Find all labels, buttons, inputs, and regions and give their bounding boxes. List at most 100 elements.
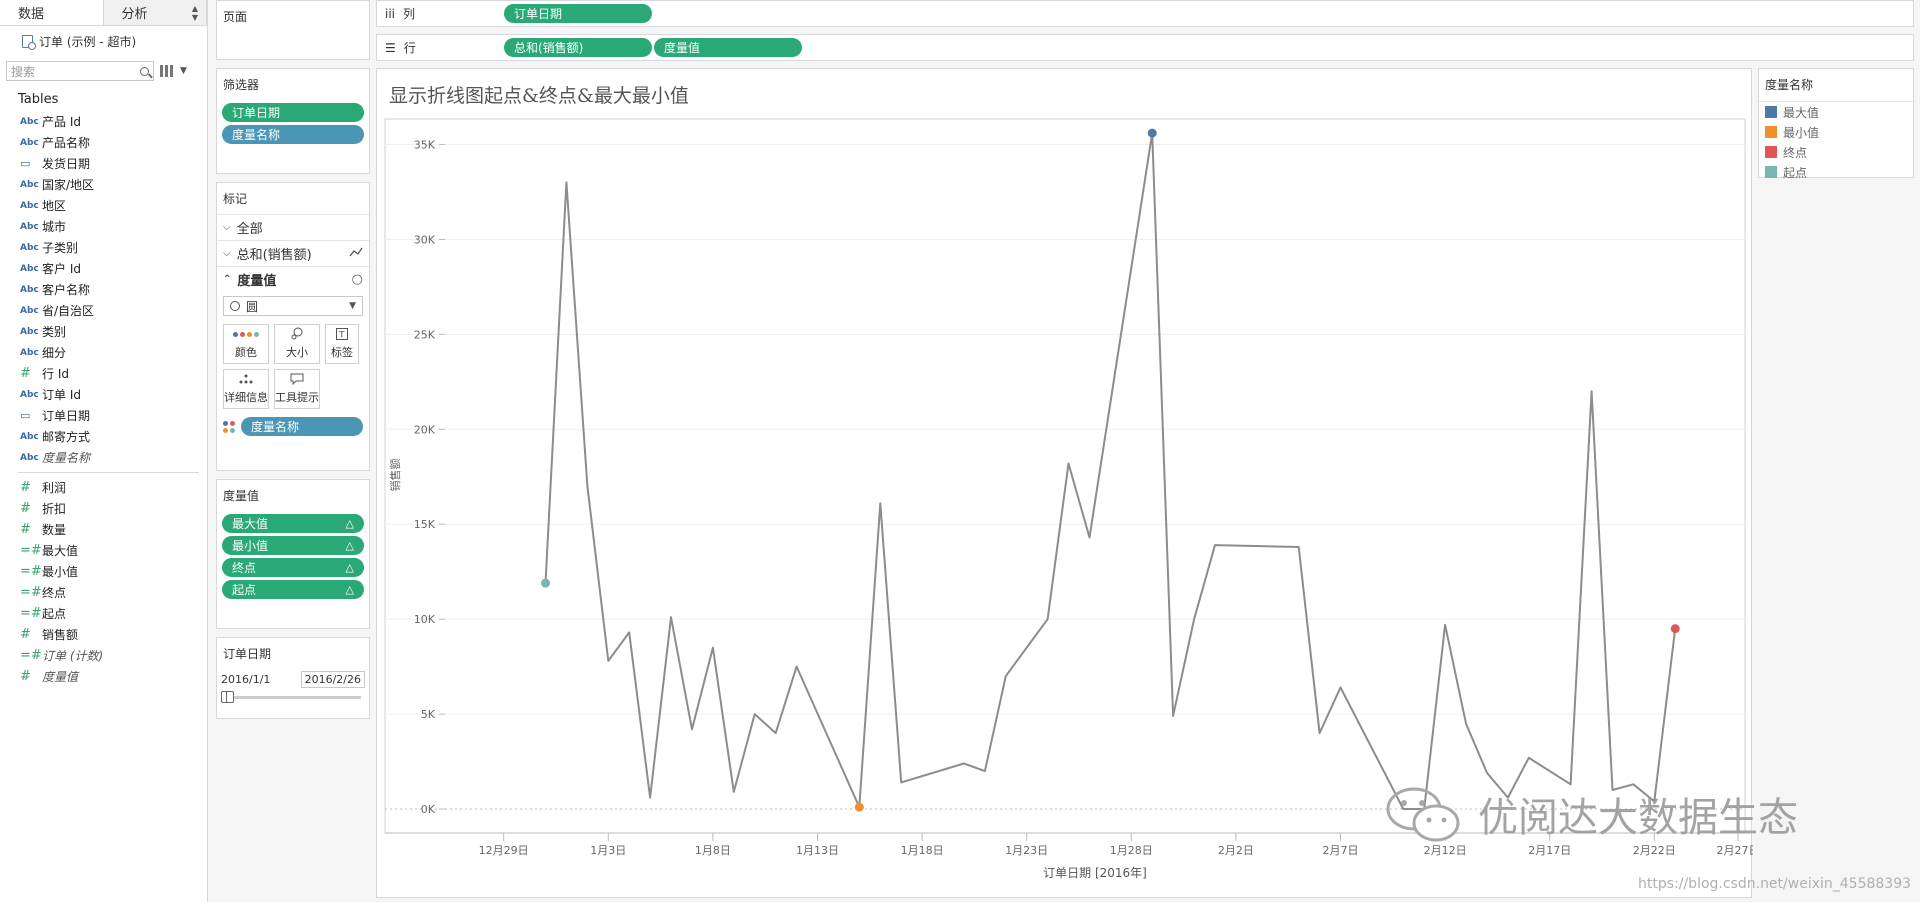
date-range-slider[interactable] <box>221 691 361 703</box>
dimension-field[interactable]: Abc 城市 <box>0 216 207 237</box>
dimension-field[interactable]: ▭ 订单日期 <box>0 405 207 426</box>
measure-field[interactable]: # 折扣 <box>0 498 207 519</box>
field-label: 子类别 <box>42 241 79 255</box>
field-label: 细分 <box>42 346 67 360</box>
marks-title: 标记 <box>223 192 248 206</box>
tooltip-icon <box>290 372 304 386</box>
dimension-field[interactable]: Abc 订单 Id <box>0 384 207 405</box>
marks-measure-values-row[interactable]: ⌃ 度量值 ○ <box>217 266 369 292</box>
measure-field[interactable]: =# 订单 (计数) <box>0 645 207 666</box>
tooltip-button[interactable]: 工具提示 <box>274 369 320 409</box>
string-type-icon: Abc <box>20 431 39 442</box>
detail-button-label: 详细信息 <box>224 391 268 404</box>
measure-field[interactable]: # 利润 <box>0 477 207 498</box>
text-label-icon: T <box>336 327 348 341</box>
columns-shelf[interactable]: iii 列 订单日期 <box>376 0 1914 27</box>
delta-icon: △ <box>345 539 354 552</box>
circle-icon <box>230 301 240 311</box>
filter-pill-order-date[interactable]: 订单日期 <box>222 103 364 122</box>
measure-pill-label: 终点 <box>232 561 257 575</box>
marks-color-pill[interactable]: 度量名称 <box>241 417 363 436</box>
tableau-workspace: 数据 分析 ▲ ▼ 订单 (示例 - 超市) 搜索 ▼ Tables Abc 产品 I… <box>0 0 1920 902</box>
measure-list: # 利润 # 折扣 # 数量 =# 最大值 =# 最小值 =# 终点 =# 起点 # 销售额 =# 订单 (计数)… <box>0 477 207 687</box>
measure-field[interactable]: # 度量值 <box>0 666 207 687</box>
marks-color-pill-row: 度量名称 <box>217 413 369 440</box>
mark-type-select[interactable]: 圆 ▼ <box>223 296 363 316</box>
dimension-field[interactable]: Abc 邮寄方式 <box>0 426 207 447</box>
measure-field[interactable]: =# 最大值 <box>0 540 207 561</box>
chevron-down-icon[interactable]: ▼ <box>180 66 187 76</box>
marks-sum-sales-row[interactable]: ⌵ 总和(销售额) <box>217 240 369 266</box>
dimension-field[interactable]: Abc 省/自治区 <box>0 300 207 321</box>
datasource-name: 订单 (示例 - 超市) <box>39 34 137 49</box>
pages-card[interactable]: 页面 <box>216 0 370 60</box>
string-type-icon: Abc <box>20 305 39 316</box>
search-row: 搜索 ▼ <box>0 56 207 86</box>
marks-color-pill-label: 度量名称 <box>251 420 300 434</box>
measure-pill-max[interactable]: 最大值 △ <box>222 514 364 533</box>
line-chart[interactable]: 0K 5K 10K 15K 20K 25K 30K 35K 12月29日 1月3日 1月8日 1月13… <box>377 69 1753 899</box>
measure-field[interactable]: =# 终点 <box>0 582 207 603</box>
field-label: 度量值 <box>42 670 79 684</box>
size-button[interactable]: 大小 <box>274 324 320 364</box>
slider-end-handle[interactable] <box>226 691 235 703</box>
measure-pill-start[interactable]: 起点 △ <box>222 580 364 599</box>
dimension-field[interactable]: Abc 产品 Id <box>0 111 207 132</box>
x-tick-label: 1月18日 <box>901 844 944 857</box>
dimension-field[interactable]: Abc 产品名称 <box>0 132 207 153</box>
dimension-field[interactable]: # 行 Id <box>0 363 207 384</box>
measure-field[interactable]: # 销售额 <box>0 624 207 645</box>
measure-field[interactable]: =# 最小值 <box>0 561 207 582</box>
legend-item[interactable]: 起点 <box>1759 162 1913 182</box>
dimension-field[interactable]: Abc 度量名称 <box>0 447 207 468</box>
calculated-number-icon: =# <box>20 648 42 663</box>
field-label: 发货日期 <box>42 157 91 171</box>
filter-pill-measure-names[interactable]: 度量名称 <box>222 125 364 144</box>
string-type-icon: Abc <box>20 389 39 400</box>
dimension-field[interactable]: Abc 客户名称 <box>0 279 207 300</box>
dimension-field[interactable]: Abc 地区 <box>0 195 207 216</box>
dimension-field[interactable]: Abc 细分 <box>0 342 207 363</box>
dimension-field[interactable]: Abc 子类别 <box>0 237 207 258</box>
date-end[interactable]: 2016/2/26 <box>300 671 365 688</box>
columns-icon: iii <box>385 6 396 21</box>
view-grid-icon[interactable] <box>160 65 174 77</box>
color-button[interactable]: 颜色 <box>223 324 269 364</box>
legend-item[interactable]: 终点 <box>1759 142 1913 162</box>
rows-pill-sum-sales[interactable]: 总和(销售额) <box>504 38 652 57</box>
x-tick-label: 2月17日 <box>1528 844 1571 857</box>
dimension-field[interactable]: Abc 类别 <box>0 321 207 342</box>
dimension-field[interactable]: Abc 国家/地区 <box>0 174 207 195</box>
legend-item[interactable]: 最小值 <box>1759 122 1913 142</box>
measure-pill-end[interactable]: 终点 △ <box>222 558 364 577</box>
measure-pill-min[interactable]: 最小值 △ <box>222 536 364 555</box>
marks-card: 标记 ⌵ 全部 ⌵ 总和(销售额) ⌃ 度量值 ○ 圆 ▼ 颜色 大小 T 标签… <box>216 182 370 471</box>
datasource-item[interactable]: 订单 (示例 - 超市) <box>0 26 207 56</box>
columns-pill-order-date[interactable]: 订单日期 <box>504 4 652 23</box>
label-button[interactable]: T 标签 <box>325 324 359 364</box>
marker-point <box>854 802 864 812</box>
y-tick-label: 20K <box>414 423 436 436</box>
dimension-field[interactable]: ▭ 发货日期 <box>0 153 207 174</box>
x-tick-label: 2月22日 <box>1633 844 1676 857</box>
tab-analysis[interactable]: 分析 ▲ ▼ <box>103 0 207 25</box>
measure-field[interactable]: # 数量 <box>0 519 207 540</box>
svg-text:T: T <box>338 331 345 341</box>
rows-pill-measure-values[interactable]: 度量值 <box>654 38 802 57</box>
detail-button[interactable]: 详细信息 <box>223 369 269 409</box>
field-label: 客户 Id <box>42 262 81 276</box>
string-type-icon: Abc <box>20 116 39 127</box>
rows-shelf[interactable]: ☰ 行 总和(销售额) 度量值 <box>376 34 1914 61</box>
date-start[interactable]: 2016/1/1 <box>221 673 270 686</box>
sort-arrows-icon[interactable]: ▲ ▼ <box>192 4 198 22</box>
marks-all-row[interactable]: ⌵ 全部 <box>217 214 369 240</box>
tab-data[interactable]: 数据 <box>0 0 104 25</box>
filters-card[interactable]: 筛选器 订单日期 度量名称 <box>216 68 370 174</box>
dimension-field[interactable]: Abc 客户 Id <box>0 258 207 279</box>
watermark: 优阅达大数据生态 <box>1384 785 1798 843</box>
calculated-number-icon: =# <box>20 564 42 579</box>
measure-field[interactable]: =# 起点 <box>0 603 207 624</box>
field-search-input[interactable]: 搜索 <box>6 61 154 81</box>
legend-item[interactable]: 最大值 <box>1759 102 1913 122</box>
field-label: 最小值 <box>42 565 79 579</box>
